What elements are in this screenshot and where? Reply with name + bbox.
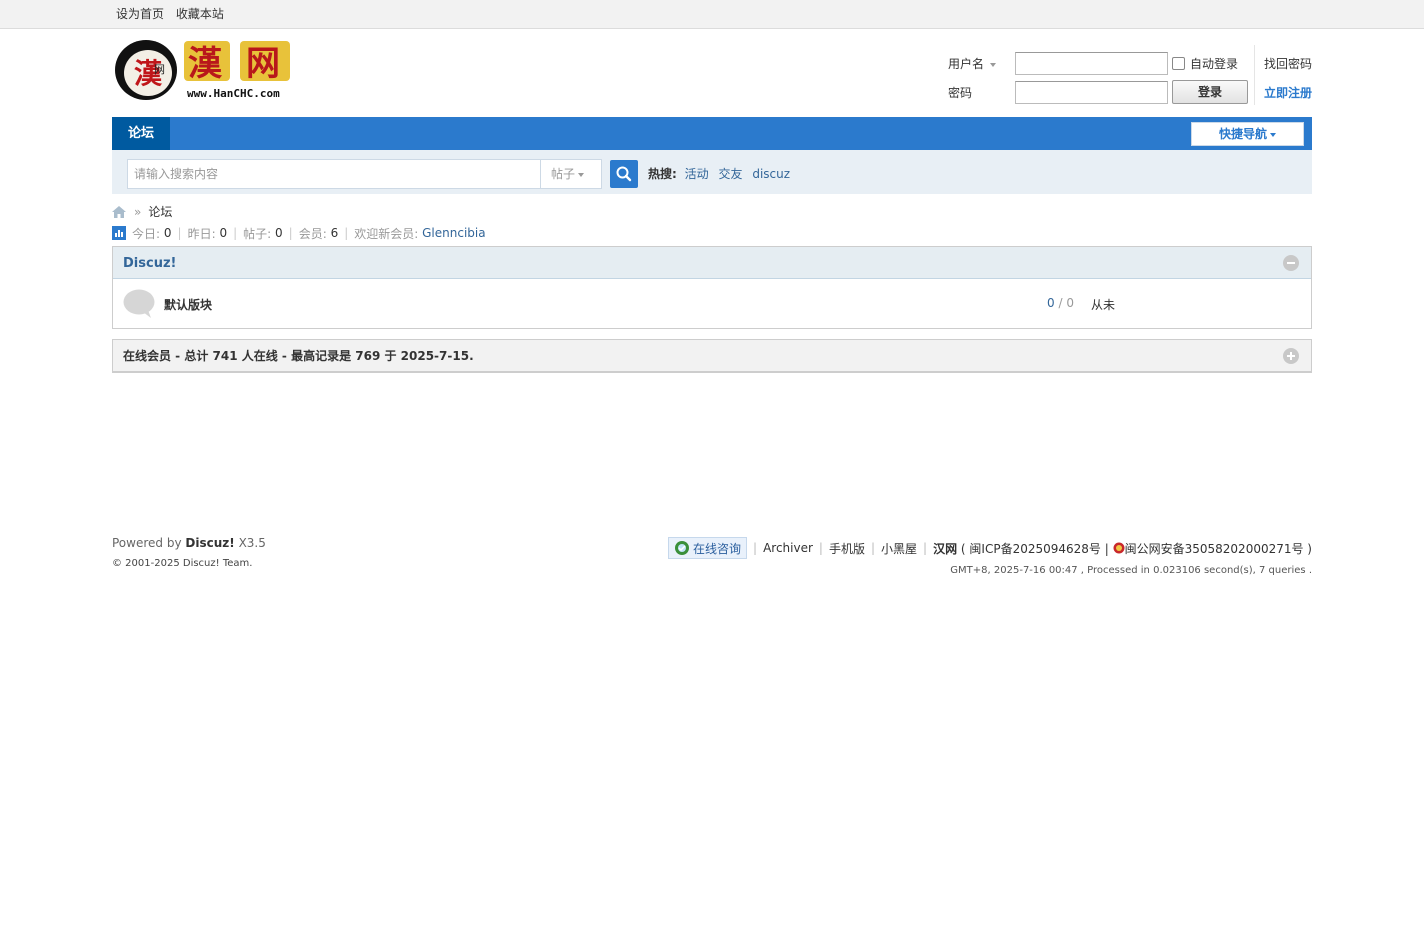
mobile-link[interactable]: 手机版: [829, 540, 865, 557]
forum-category: Discuz! 默认版块 0 / 0 从未: [112, 246, 1312, 329]
online-members: 在线会员 - 总计 741 人在线 - 最高记录是 769 于 2025-7-1…: [112, 339, 1312, 373]
police-badge-icon: [1113, 542, 1125, 554]
members-count: 6: [330, 226, 339, 240]
posts-label: 帖子:: [243, 226, 272, 241]
bookmark-link[interactable]: 收藏本站: [176, 7, 224, 21]
svg-text:漢: 漢: [188, 44, 223, 84]
password-label: 密码: [948, 86, 973, 100]
forum-row: 默认版块 0 / 0 从未: [113, 279, 1311, 328]
chevron-down-icon: [1270, 132, 1276, 137]
today-label: 今日:: [132, 226, 161, 241]
svg-text:网: 网: [246, 44, 280, 84]
auto-login-checkbox[interactable]: 自动登录: [1172, 55, 1238, 72]
main-nav: 论坛 快捷导航: [112, 117, 1312, 150]
post-count: 0: [1066, 296, 1074, 310]
welcome-label: 欢迎新会员:: [354, 226, 419, 241]
blackroom-link[interactable]: 小黑屋: [881, 540, 917, 557]
processing-info: GMT+8, 2025-7-16 00:47 , Processed in 0.…: [950, 565, 1312, 576]
icp-link[interactable]: ( 闽ICP备2025094628号 |: [961, 540, 1109, 557]
online-header: 在线会员 - 总计 741 人在线 - 最高记录是 769 于 2025-7-1…: [113, 340, 1311, 372]
forgot-password-link[interactable]: 找回密码: [1264, 55, 1312, 72]
checkbox-icon[interactable]: [1172, 57, 1185, 70]
chevron-down-icon: [578, 172, 585, 177]
forum-last-post: 从未: [1091, 298, 1116, 312]
password-input[interactable]: [1015, 81, 1168, 104]
yesterday-label: 昨日:: [187, 226, 216, 241]
home-icon[interactable]: [112, 205, 126, 218]
search-type-select[interactable]: 帖子: [540, 159, 602, 189]
forum-counts: 0 / 0: [1047, 296, 1074, 310]
username-label[interactable]: 用户名: [948, 55, 1004, 72]
expand-icon[interactable]: [1283, 348, 1299, 364]
quick-nav-button[interactable]: 快捷导航: [1191, 122, 1304, 146]
category-title[interactable]: Discuz!: [123, 256, 176, 271]
nav-item-forum[interactable]: 论坛: [112, 117, 170, 150]
chevron-down-icon: [990, 62, 997, 67]
register-link[interactable]: 立即注册: [1264, 84, 1312, 101]
members-label: 会员:: [298, 226, 327, 241]
consult-icon: [675, 541, 689, 555]
today-count: 0: [163, 226, 172, 240]
category-header: Discuz!: [113, 247, 1311, 279]
search-icon: [616, 166, 632, 182]
top-bar: 设为首页 收藏本站: [0, 0, 1424, 29]
login-form: 用户名 自动登录 找回密码 密码 登录 立即注册: [948, 45, 1312, 107]
hot-term-link[interactable]: 交友: [718, 167, 742, 181]
search-button[interactable]: [610, 160, 638, 188]
yesterday-count: 0: [219, 226, 228, 240]
hot-search: 热搜: 活动 交友 discuz: [648, 165, 796, 182]
username-input[interactable]: [1015, 52, 1168, 75]
thread-count: 0: [1047, 296, 1055, 310]
breadcrumb-current[interactable]: 论坛: [148, 203, 172, 220]
police-record-link[interactable]: 闽公网安备35058202000271号 ): [1125, 540, 1312, 557]
archiver-link[interactable]: Archiver: [763, 541, 813, 555]
set-homepage-link[interactable]: 设为首页: [116, 7, 164, 21]
logo-url-text: www.HanCHC.com: [187, 87, 280, 100]
collapse-icon[interactable]: [1283, 255, 1299, 271]
forum-name-link[interactable]: 默认版块: [164, 296, 212, 313]
powered-by: Powered by Discuz! X3.5: [112, 536, 266, 550]
header: 漢 网 漢 网 www.HanCHC.com 用户名 自动登录 找回密码 密码 …: [112, 29, 1312, 117]
search-bar: 请输入搜索内容 帖子 热搜: 活动 交友 discuz: [112, 150, 1312, 194]
hot-term-link[interactable]: 活动: [685, 167, 709, 181]
hot-search-label: 热搜:: [648, 167, 677, 181]
search-input[interactable]: 请输入搜索内容: [127, 159, 541, 189]
forum-stats: 今日: 0 | 昨日: 0 | 帖子: 0 | 会员: 6 | 欢迎新会员: G…: [112, 220, 1312, 242]
posts-count: 0: [275, 226, 283, 240]
footer-links: 在线咨询 | Archiver | 手机版 | 小黑屋 | 汉网 ( 闽ICP备…: [668, 536, 1312, 560]
site-name-link[interactable]: 汉网: [933, 540, 957, 557]
online-summary[interactable]: 在线会员 - 总计 741 人在线 - 最高记录是 769 于 2025-7-1…: [123, 349, 474, 363]
breadcrumb-separator: »: [134, 204, 142, 219]
breadcrumb: » 论坛: [112, 194, 1312, 220]
svg-text:网: 网: [154, 63, 165, 76]
newest-member-link[interactable]: Glenncibia: [422, 226, 485, 240]
discuz-link[interactable]: Discuz!: [185, 536, 234, 550]
forum-bubble-icon[interactable]: [123, 289, 155, 319]
site-logo[interactable]: 漢 网 漢 网 www.HanCHC.com: [112, 37, 298, 103]
main-content: » 论坛 今日: 0 | 昨日: 0 | 帖子: 0 | 会员: 6 | 欢迎新…: [112, 194, 1312, 373]
login-button[interactable]: 登录: [1172, 80, 1248, 104]
footer: Powered by Discuz! X3.5 © 2001-2025 Disc…: [112, 536, 1312, 586]
copyright: © 2001-2025 Discuz! Team.: [112, 558, 253, 569]
online-consult-button[interactable]: 在线咨询: [668, 537, 748, 559]
stats-chart-icon: [112, 226, 126, 240]
hot-term-link[interactable]: discuz: [752, 167, 790, 181]
